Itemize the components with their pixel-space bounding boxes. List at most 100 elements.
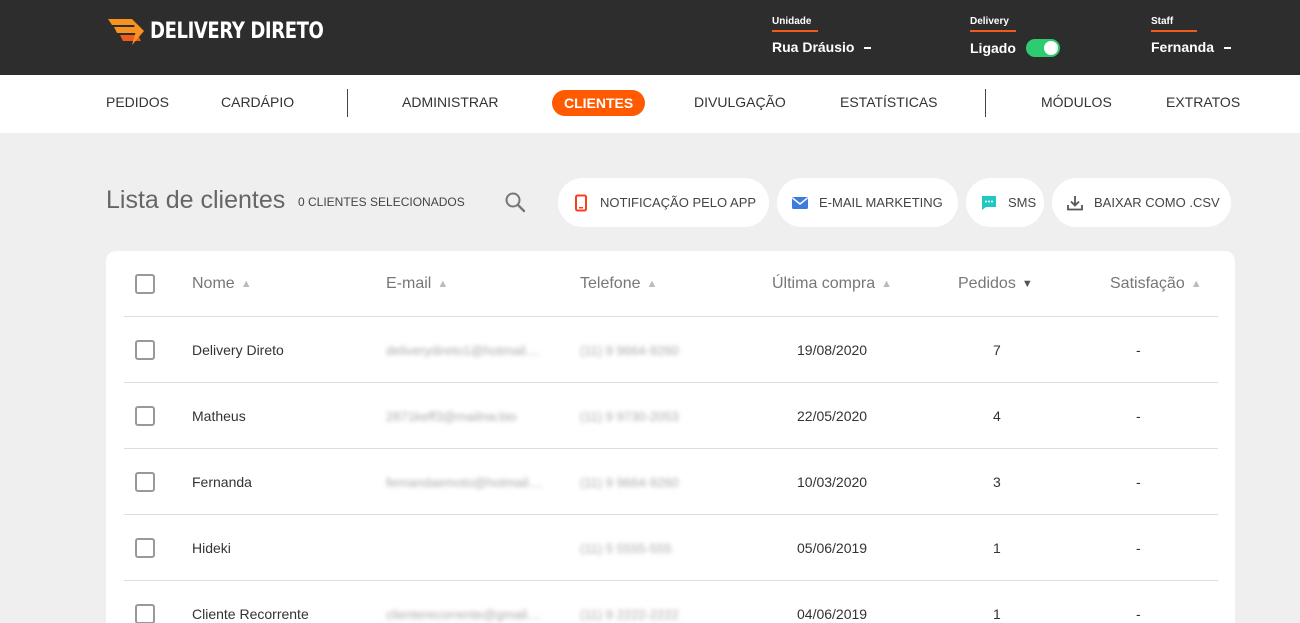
download-csv-label: BAIXAR COMO .CSV bbox=[1094, 195, 1220, 210]
nav-item-cardapio[interactable]: CARDÁPIO bbox=[221, 94, 294, 110]
satisfaction-value: - bbox=[1136, 474, 1141, 490]
sort-down-icon: ▼ bbox=[1021, 278, 1033, 290]
sort-up-icon: ▲ bbox=[881, 278, 893, 290]
client-email: clienterecorrente@gmail.... bbox=[386, 606, 542, 622]
page-title: Lista de clientes bbox=[106, 186, 286, 214]
nav-item-estatisticas[interactable]: ESTATÍSTICAS bbox=[840, 94, 938, 110]
sort-up-icon: ▲ bbox=[240, 278, 252, 290]
sort-up-icon: ▲ bbox=[1190, 278, 1202, 290]
download-csv-button[interactable]: BAIXAR COMO .CSV bbox=[1052, 178, 1231, 227]
nav-item-divulgacao[interactable]: DIVULGAÇÃO bbox=[694, 94, 786, 110]
sort-up-icon: ▲ bbox=[437, 278, 449, 290]
table-row[interactable]: Delivery Direto deliverydireto1@hotmail.… bbox=[124, 317, 1218, 383]
mail-icon bbox=[792, 196, 808, 209]
delivery-value: Ligado bbox=[970, 40, 1016, 56]
column-header-label: Nome bbox=[192, 275, 235, 292]
nav-item-extratos[interactable]: EXTRATOS bbox=[1166, 94, 1240, 110]
client-phone: (11) 9 9664-9260 bbox=[580, 474, 679, 490]
unidade-selector[interactable]: Unidade Rua Dráusio bbox=[772, 11, 872, 55]
download-icon bbox=[1067, 195, 1083, 210]
row-checkbox[interactable] bbox=[135, 538, 155, 558]
sms-label: SMS bbox=[1008, 195, 1037, 210]
column-header-label: Pedidos bbox=[958, 275, 1016, 292]
client-phone: (11) 9 9664-9260 bbox=[580, 342, 679, 358]
client-phone: (11) 9 2222-2222 bbox=[580, 606, 679, 622]
orders-count: 1 bbox=[993, 606, 1001, 622]
staff-selector[interactable]: Staff Fernanda bbox=[1151, 11, 1232, 55]
client-email: 2871keff3@mailnw.bio bbox=[386, 408, 517, 424]
delivery-bolt-icon bbox=[108, 19, 144, 45]
row-checkbox[interactable] bbox=[135, 340, 155, 360]
table-row[interactable]: Matheus 2871keff3@mailnw.bio (11) 9 9730… bbox=[124, 383, 1218, 449]
row-checkbox[interactable] bbox=[135, 472, 155, 492]
client-name: Fernanda bbox=[192, 474, 252, 490]
select-all-checkbox[interactable] bbox=[135, 274, 155, 294]
nav-item-clientes[interactable]: CLIENTES bbox=[552, 90, 646, 116]
column-header-nome[interactable]: Nome ▲ bbox=[192, 251, 252, 317]
clients-table: Nome ▲ E-mail ▲ Telefone ▲ Última compra ▲ P… bbox=[106, 251, 1235, 623]
sms-button[interactable]: SMS bbox=[966, 178, 1044, 227]
column-header-pedidos[interactable]: Pedidos ▼ bbox=[958, 251, 1033, 317]
delivery-label: Delivery bbox=[970, 16, 1016, 32]
table-row[interactable]: Fernanda fernandaemoto@hotmail.... (11) … bbox=[124, 449, 1218, 515]
top-bar: DELIVERY DIRETO Unidade Rua Dráusio Deli… bbox=[0, 0, 1300, 75]
unidade-label: Unidade bbox=[772, 16, 818, 32]
satisfaction-value: - bbox=[1136, 606, 1141, 622]
last-purchase-date: 10/03/2020 bbox=[797, 474, 868, 490]
table-row[interactable]: Hideki (11) 5 5555-555 05/06/2019 1 - bbox=[124, 515, 1218, 581]
push-notification-button[interactable]: NOTIFICAÇÃO PELO APP bbox=[558, 178, 769, 227]
client-phone: (11) 9 9730-2053 bbox=[580, 408, 679, 424]
staff-value: Fernanda bbox=[1151, 39, 1215, 55]
client-email: fernandaemoto@hotmail.... bbox=[386, 474, 544, 490]
column-header-label: Última compra bbox=[772, 275, 876, 292]
chevron-down-icon bbox=[864, 47, 872, 49]
staff-label: Staff bbox=[1151, 16, 1197, 32]
orders-count: 4 bbox=[993, 408, 1001, 424]
email-marketing-button[interactable]: E-MAIL MARKETING bbox=[777, 178, 958, 227]
client-name: Cliente Recorrente bbox=[192, 606, 309, 622]
orders-count: 3 bbox=[993, 474, 1001, 490]
column-header-label: Telefone bbox=[580, 275, 641, 292]
column-header-ultima-compra[interactable]: Última compra ▲ bbox=[772, 251, 892, 317]
table-row[interactable]: Cliente Recorrente clienterecorrente@gma… bbox=[124, 581, 1218, 623]
satisfaction-value: - bbox=[1136, 342, 1141, 358]
column-header-email[interactable]: E-mail ▲ bbox=[386, 251, 448, 317]
delivery-status: Delivery Ligado bbox=[970, 11, 1060, 57]
unidade-value: Rua Dráusio bbox=[772, 39, 855, 55]
row-checkbox[interactable] bbox=[135, 604, 155, 623]
row-checkbox[interactable] bbox=[135, 406, 155, 426]
satisfaction-value: - bbox=[1136, 408, 1141, 424]
satisfaction-value: - bbox=[1136, 540, 1141, 556]
delivery-toggle[interactable] bbox=[1025, 39, 1060, 57]
client-email: deliverydireto1@hotmail.... bbox=[386, 342, 541, 358]
orders-count: 7 bbox=[993, 342, 1001, 358]
column-header-label: Satisfação bbox=[1110, 275, 1185, 292]
nav-item-pedidos[interactable]: PEDIDOS bbox=[106, 94, 169, 110]
table-header-row: Nome ▲ E-mail ▲ Telefone ▲ Última compra ▲ P… bbox=[124, 251, 1218, 317]
column-header-label: E-mail bbox=[386, 275, 432, 292]
brand-logo[interactable]: DELIVERY DIRETO bbox=[106, 14, 362, 48]
selected-count: 0 CLIENTES SELECIONADOS bbox=[298, 195, 465, 209]
search-icon[interactable] bbox=[503, 190, 527, 214]
last-purchase-date: 19/08/2020 bbox=[797, 342, 868, 358]
phone-icon bbox=[575, 194, 587, 211]
sort-up-icon: ▲ bbox=[646, 278, 658, 290]
orders-count: 1 bbox=[993, 540, 1001, 556]
nav-item-modulos[interactable]: MÓDULOS bbox=[1041, 94, 1112, 110]
nav-item-administrar[interactable]: ADMINISTRAR bbox=[402, 94, 498, 110]
column-header-telefone[interactable]: Telefone ▲ bbox=[580, 251, 657, 317]
push-notification-label: NOTIFICAÇÃO PELO APP bbox=[600, 195, 757, 210]
main-nav: PEDIDOS CARDÁPIO ADMINISTRAR CLIENTES DI… bbox=[0, 75, 1300, 133]
client-name: Matheus bbox=[192, 408, 246, 424]
last-purchase-date: 04/06/2019 bbox=[797, 606, 868, 622]
client-name: Hideki bbox=[192, 540, 231, 556]
nav-divider bbox=[347, 89, 348, 117]
chevron-down-icon bbox=[1224, 47, 1232, 49]
last-purchase-date: 05/06/2019 bbox=[797, 540, 868, 556]
chat-bubble-icon bbox=[982, 195, 996, 210]
brand-name: DELIVERY DIRETO bbox=[150, 18, 324, 44]
column-header-satisfacao[interactable]: Satisfação ▲ bbox=[1110, 251, 1202, 317]
nav-divider bbox=[985, 89, 986, 117]
last-purchase-date: 22/05/2020 bbox=[797, 408, 868, 424]
client-phone: (11) 5 5555-555 bbox=[580, 540, 672, 556]
